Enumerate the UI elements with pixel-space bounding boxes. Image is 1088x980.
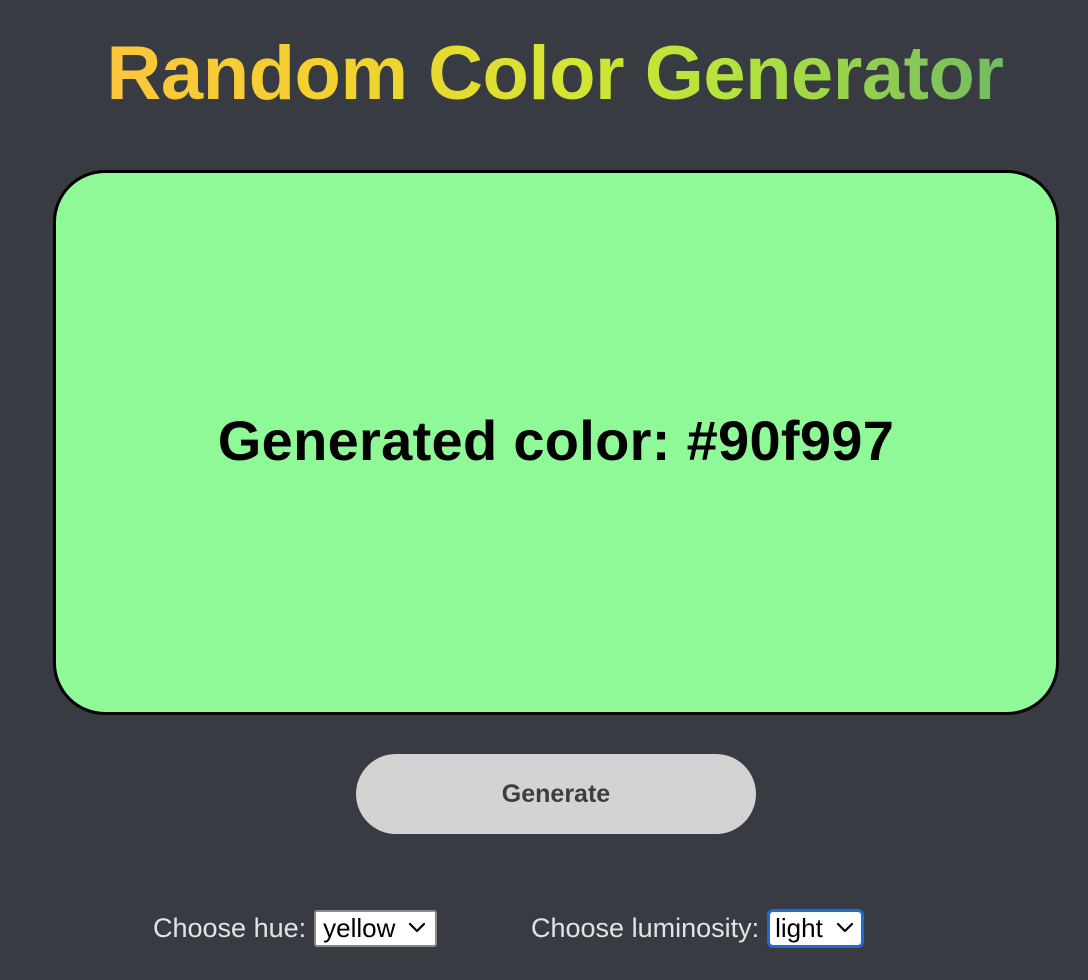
generated-color-text: Generated color: #90f997 [217, 408, 895, 472]
luminosity-select[interactable]: light [767, 908, 864, 948]
page-title-text: Random Color Generator [106, 31, 1004, 116]
hue-label: Choose hue: [153, 912, 307, 943]
hue-select[interactable]: yellow [314, 909, 438, 947]
chevron-down-icon [835, 918, 855, 938]
luminosity-control: Choose luminosity: light [531, 908, 864, 948]
hue-control: Choose hue: yellow [153, 908, 438, 948]
luminosity-label: Choose luminosity: [531, 912, 760, 943]
color-swatch: Generated color: #90f997 [53, 170, 1059, 715]
generate-button[interactable]: Generate [356, 754, 756, 834]
chevron-down-icon [407, 918, 427, 938]
luminosity-select-value: light [775, 912, 823, 943]
page-title: Random Color Generator [0, 28, 1088, 120]
hue-select-value: yellow [323, 912, 396, 943]
